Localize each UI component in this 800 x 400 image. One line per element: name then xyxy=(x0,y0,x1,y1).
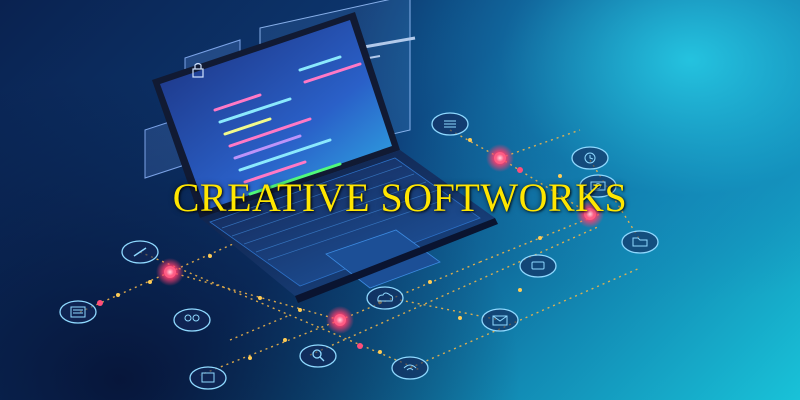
document-icon xyxy=(59,300,97,324)
user-group-icon xyxy=(173,308,211,332)
folder-icon xyxy=(621,230,659,254)
list-icon xyxy=(431,112,469,136)
pen-icon xyxy=(121,240,159,264)
mail-icon xyxy=(481,308,519,332)
search-icon xyxy=(299,344,337,368)
headline: CREATIVE SOFTWORKS xyxy=(172,175,628,220)
cloud-icon xyxy=(366,286,404,310)
chat-icon xyxy=(519,254,557,278)
wifi-icon xyxy=(391,356,429,380)
clock-icon xyxy=(571,146,609,170)
hero-banner: CREATIVE SOFTWORKS xyxy=(0,0,800,400)
building-icon xyxy=(189,366,227,390)
